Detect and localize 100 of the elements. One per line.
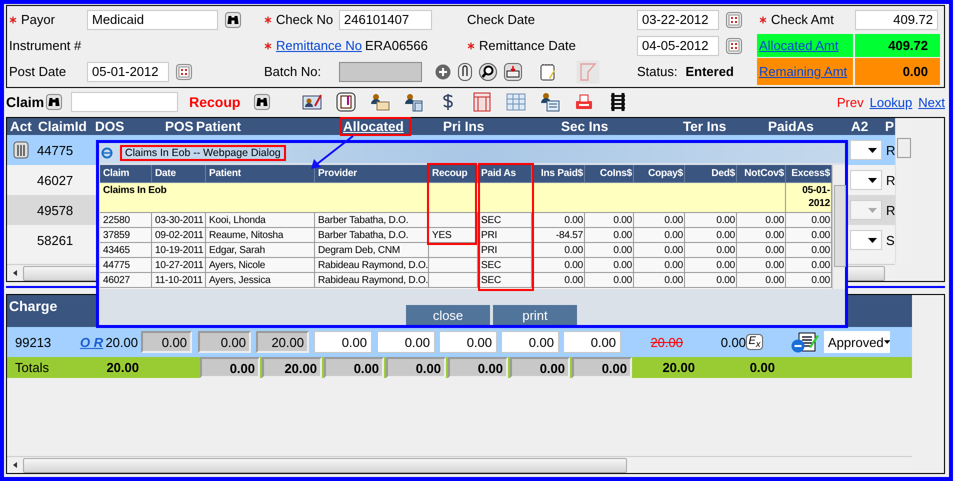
- document-edit-icon[interactable]: [791, 331, 819, 353]
- column-header: Sec Ins: [561, 119, 608, 134]
- readonly-field: 0.00: [198, 331, 251, 353]
- check-date-field[interactable]: 03-22-2012: [637, 10, 719, 30]
- table-icon[interactable]: [506, 92, 526, 112]
- column-header: Recoup: [432, 168, 468, 179]
- column-header: Copay$: [648, 168, 683, 179]
- binoculars-icon[interactable]: [225, 12, 241, 28]
- total-field: 0.00: [448, 357, 508, 378]
- status-select[interactable]: Approved: [824, 331, 890, 353]
- a2-select[interactable]: [850, 170, 882, 190]
- claim-id: 46027: [37, 172, 74, 188]
- recoup-label: Recoup: [189, 94, 240, 110]
- check-no-field[interactable]: 246101407: [339, 10, 432, 30]
- field-label: Remittance Date: [467, 38, 576, 53]
- status-value: Entered: [685, 64, 734, 79]
- table-cell: 46027: [100, 273, 152, 288]
- column-header: Charge: [9, 298, 58, 314]
- nav-link[interactable]: Next: [918, 94, 945, 110]
- notepad-icon[interactable]: [540, 62, 556, 80]
- add-icon[interactable]: [435, 64, 451, 80]
- amount-field[interactable]: 0.00: [314, 331, 372, 353]
- column-header: NotCov$: [744, 168, 784, 179]
- paperclip-icon[interactable]: [458, 62, 472, 80]
- group-date: 05-01-2012: [801, 184, 830, 210]
- remaining-amount: 0.00: [855, 58, 940, 85]
- dropdown-arrow-icon[interactable]: [868, 148, 877, 152]
- dropdown-arrow-icon[interactable]: [884, 340, 890, 344]
- nav-link[interactable]: Lookup: [870, 94, 912, 110]
- book-icon[interactable]: [336, 92, 356, 112]
- table-cell: 43465: [100, 243, 152, 258]
- column-header: POS: [165, 119, 194, 134]
- calendar-icon[interactable]: [176, 64, 192, 80]
- dialog-button[interactable]: print: [493, 305, 577, 325]
- table-cell: Reaume, Nitosha: [206, 228, 315, 243]
- horizontal-scrollbar[interactable]: [7, 456, 912, 473]
- column-header: Paid As: [481, 168, 516, 179]
- table-cell: 0.00: [737, 213, 786, 228]
- remittance-no-link[interactable]: Remittance No: [264, 38, 362, 53]
- column-header: Date: [155, 168, 176, 179]
- table-cell: Edgar, Sarah: [206, 243, 315, 258]
- table-cell: 03-30-2011: [152, 213, 206, 228]
- remittance-date-field[interactable]: 04-05-2012: [637, 36, 719, 56]
- binoculars-icon[interactable]: [46, 94, 62, 110]
- calendar-book-icon[interactable]: [472, 92, 492, 112]
- ex-button[interactable]: E$_{x}$: [746, 334, 763, 350]
- person-table-icon[interactable]: [540, 92, 560, 112]
- vertical-scrollbar[interactable]: [832, 165, 845, 289]
- binoculars-icon[interactable]: [254, 94, 270, 110]
- magnifier-icon[interactable]: [479, 62, 497, 80]
- override-link[interactable]: O R: [80, 334, 105, 350]
- table-cell: Degram Deb, CNM: [315, 243, 429, 258]
- trash-icon[interactable]: [13, 141, 29, 159]
- dialog-button[interactable]: close: [406, 305, 490, 325]
- table-cell: 10-27-2011: [152, 258, 206, 273]
- person-documents-icon[interactable]: [404, 92, 424, 112]
- column-header: Excess$: [791, 168, 830, 179]
- field-label: Batch No:: [264, 64, 322, 79]
- table-cell: [429, 258, 478, 273]
- printer-icon[interactable]: [504, 62, 522, 80]
- calendar-icon[interactable]: [726, 38, 742, 54]
- dropdown-arrow-icon[interactable]: [868, 178, 877, 182]
- table-cell: R: [886, 172, 896, 188]
- status-label: Status:: [637, 64, 678, 79]
- a2-select[interactable]: [850, 140, 882, 160]
- field-label: Check No: [264, 12, 334, 27]
- check-amt-field[interactable]: 409.72: [855, 10, 938, 30]
- allocated-amt-link[interactable]: Allocated Amt: [757, 34, 853, 57]
- total-allowed: 20.00: [661, 360, 695, 375]
- table-cell: 0.00: [634, 228, 685, 243]
- column-header[interactable]: Allocated: [343, 119, 404, 134]
- id-card-icon[interactable]: [302, 92, 322, 112]
- balance-amount: 0.00: [720, 334, 746, 350]
- a2-select[interactable]: [850, 230, 882, 250]
- dropdown-arrow-icon[interactable]: [868, 238, 877, 242]
- table-cell: R: [886, 202, 896, 218]
- person-certificate-icon[interactable]: [370, 92, 390, 112]
- table-cell: 0.00: [685, 258, 737, 273]
- total-field: 20.00: [262, 357, 322, 378]
- post-date-field[interactable]: 05-01-2012: [87, 62, 169, 82]
- table-cell: 37859: [100, 228, 152, 243]
- amount-field[interactable]: 0.00: [501, 331, 559, 353]
- amount-field[interactable]: 0.00: [377, 331, 435, 353]
- allocated-amount: 409.72: [855, 34, 940, 57]
- table-cell: 44775: [100, 258, 152, 273]
- table-cell: Rabideau Raymond, D.O.: [315, 273, 429, 288]
- calendar-icon[interactable]: [726, 12, 742, 28]
- claim-search-field[interactable]: [71, 92, 178, 112]
- table-cell: 0.00: [532, 213, 585, 228]
- total-field: 0.00: [386, 357, 446, 378]
- payor-field[interactable]: Medicaid: [87, 10, 218, 30]
- table-cell: R: [886, 142, 896, 158]
- amount-field[interactable]: 0.00: [439, 331, 497, 353]
- table-cell: -84.57: [532, 228, 585, 243]
- column-header: A2: [851, 119, 868, 134]
- amount-field[interactable]: 0.00: [563, 331, 621, 353]
- table-cell: 0.00: [685, 243, 737, 258]
- browser-icon: [101, 147, 113, 159]
- field-label: Instrument #: [9, 38, 82, 53]
- table-cell: 11-10-2011: [152, 273, 206, 288]
